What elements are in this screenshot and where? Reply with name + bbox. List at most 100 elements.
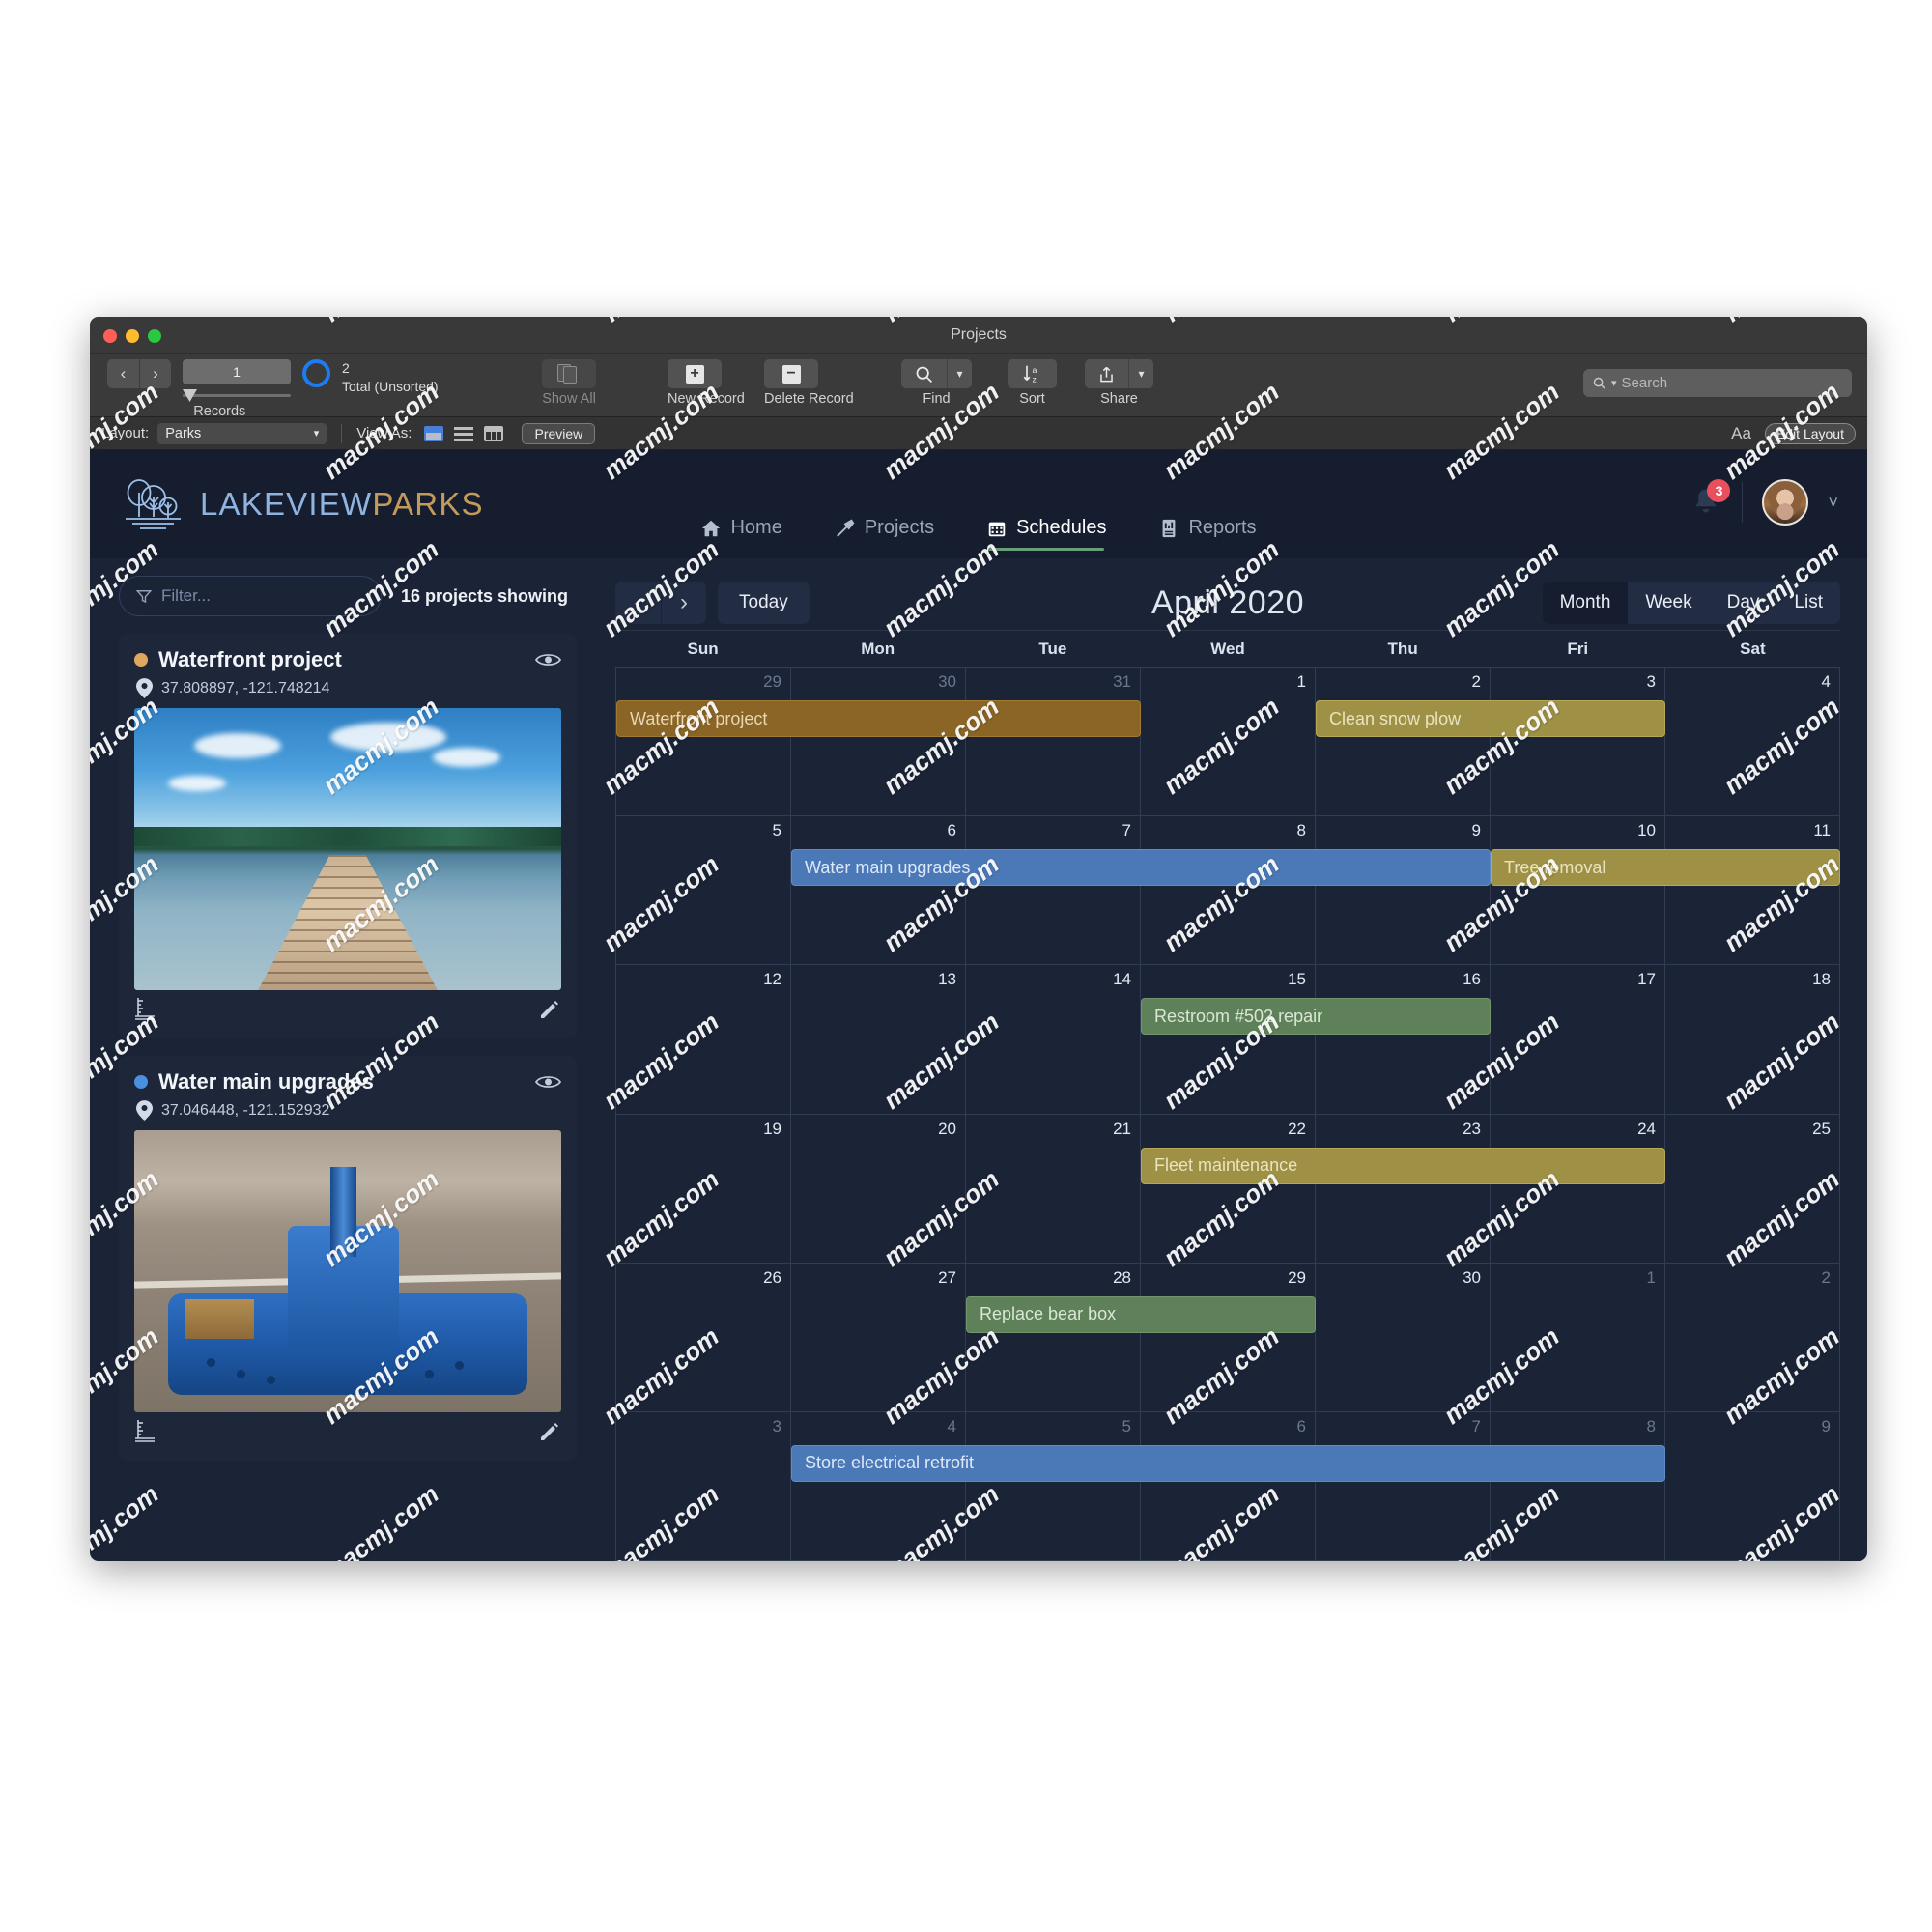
notifications-button[interactable]: 3 [1690, 479, 1731, 519]
tab-list[interactable]: List [1776, 582, 1840, 624]
edit-pencil-icon[interactable] [538, 998, 561, 1021]
calendar-day-cell[interactable]: 29 [616, 668, 791, 816]
calendar-event[interactable]: Store electrical retrofit [791, 1444, 1665, 1482]
calendar-day-cell[interactable]: 2 [1665, 1263, 1840, 1411]
nav-item-projects[interactable]: Projects [835, 517, 934, 551]
edit-layout-button[interactable]: Edit Layout [1764, 422, 1856, 444]
text-size-icon[interactable]: Aa [1731, 424, 1751, 443]
find-dropdown-button[interactable]: ▾ [947, 359, 972, 388]
day-number: 1 [1646, 1267, 1656, 1287]
calendar-day-cell[interactable]: 20 [791, 1114, 966, 1263]
table-view-icon[interactable] [484, 425, 504, 441]
calendar-day-cell[interactable]: 9 [1316, 816, 1491, 965]
form-view-icon[interactable] [424, 425, 444, 441]
calendar-day-cell[interactable]: 27 [791, 1263, 966, 1411]
calendar-day-cell[interactable]: 30 [1316, 1263, 1491, 1411]
tab-month[interactable]: Month [1542, 582, 1629, 624]
calendar-day-cell[interactable]: 10 [1491, 816, 1665, 965]
share-button[interactable] [1085, 359, 1128, 388]
calendar-event[interactable]: Fleet maintenance [1141, 1147, 1665, 1184]
filter-input[interactable]: Filter... [119, 576, 382, 616]
edit-pencil-icon[interactable] [538, 1420, 561, 1443]
calendar-day-cell[interactable]: 8 [1491, 1411, 1665, 1560]
eye-icon[interactable] [535, 651, 561, 668]
calendar-event[interactable]: Waterfront project [616, 700, 1141, 737]
calendar-event[interactable]: Replace bear box [966, 1295, 1316, 1333]
avatar[interactable] [1762, 479, 1809, 526]
calendar-event[interactable]: Restroom #502 repair [1141, 998, 1491, 1036]
calendar-day-cell[interactable]: 9 [1665, 1411, 1840, 1560]
calendar-day-cell[interactable]: 14 [966, 965, 1141, 1114]
calendar-day-cell[interactable]: 11 [1665, 816, 1840, 965]
calendar-day-cell[interactable]: 6 [791, 816, 966, 965]
calendar-day-cell[interactable]: 18 [1665, 965, 1840, 1114]
search-icon [1593, 377, 1605, 389]
calendar-day-cell[interactable]: 7 [966, 816, 1141, 965]
record-slider[interactable] [183, 389, 291, 402]
calendar-day-cell[interactable]: 8 [1141, 816, 1316, 965]
day-name: Thu [1387, 639, 1418, 658]
calendar-day-cell[interactable]: 5 [616, 816, 791, 965]
list-view-icon[interactable] [454, 425, 474, 441]
nav-item-schedules[interactable]: Schedules [986, 517, 1106, 551]
chevron-down-icon[interactable]: ˅ [1828, 493, 1838, 513]
calendar-day-cell[interactable]: 2 [1316, 668, 1491, 816]
calendar-day-cell[interactable]: 13 [791, 965, 966, 1114]
calendar-day-cell[interactable]: 3 [616, 1411, 791, 1560]
calendar-event[interactable]: Clean snow plow [1316, 700, 1665, 737]
calendar-day-cell[interactable]: 6 [1141, 1411, 1316, 1560]
find-button[interactable] [901, 359, 947, 388]
layout-select[interactable]: Parks ▾ [157, 422, 327, 444]
calendar-day-cell[interactable]: 23 [1316, 1114, 1491, 1263]
record-index-field[interactable]: 1 [183, 359, 291, 384]
calendar-day-cell[interactable]: 17 [1491, 965, 1665, 1114]
calendar-day-cell[interactable]: 1 [1491, 1263, 1665, 1411]
share-dropdown-button[interactable]: ▾ [1128, 359, 1153, 388]
calendar-day-cell[interactable]: 4 [1665, 668, 1840, 816]
calendar-day-cell[interactable]: 21 [966, 1114, 1141, 1263]
new-record-button[interactable]: + [668, 359, 722, 388]
previous-record-button[interactable]: ‹ [107, 359, 139, 388]
project-card[interactable]: Water main upgrades 37.046448, -121.1529… [119, 1056, 577, 1461]
ruler-icon[interactable] [134, 997, 156, 1022]
delete-record-button[interactable]: − [764, 359, 818, 388]
calendar-day-cell[interactable]: 22 [1141, 1114, 1316, 1263]
calendar-week-row: 29 30 31 1 2 3 4 Waterfront project Clean snow p… [616, 668, 1840, 817]
sort-button[interactable]: a z [1008, 359, 1057, 388]
tab-day[interactable]: Day [1710, 582, 1777, 624]
day-number: 29 [1288, 1267, 1306, 1287]
toolbar-search-box[interactable]: ▾ Search [1583, 369, 1852, 397]
calendar-day-cell[interactable]: 3 [1491, 668, 1665, 816]
calendar-day-cell[interactable]: 30 [791, 668, 966, 816]
calendar-day-cell[interactable]: 29 [1141, 1263, 1316, 1411]
calendar-day-cell[interactable]: 1 [1141, 668, 1316, 816]
ruler-icon[interactable] [134, 1419, 156, 1444]
calendar-event[interactable]: Tree removal [1491, 849, 1840, 887]
calendar-day-cell[interactable]: 31 [966, 668, 1141, 816]
calendar-day-cell[interactable]: 16 [1316, 965, 1491, 1114]
calendar-day-cell[interactable]: 5 [966, 1411, 1141, 1560]
preview-button[interactable]: Preview [522, 422, 596, 444]
next-record-button[interactable]: › [139, 359, 171, 388]
calendar-week-row: 5 6 7 8 9 10 11 Water main upgrades Tree removal [616, 816, 1840, 966]
calendar-day-cell[interactable]: 25 [1665, 1114, 1840, 1263]
day-number: 5 [772, 821, 781, 840]
calendar-day-cell[interactable]: 28 [966, 1263, 1141, 1411]
calendar-event[interactable]: Water main upgrades [791, 849, 1491, 887]
nav-item-reports[interactable]: Reports [1158, 517, 1257, 551]
show-all-label: Show All [542, 391, 596, 407]
day-number: 30 [1463, 1267, 1481, 1287]
calendar-day-cell[interactable]: 24 [1491, 1114, 1665, 1263]
layout-bar: Layout: Parks ▾ View As: Preview Aa Edit… [90, 417, 1867, 450]
nav-item-home[interactable]: Home [700, 517, 782, 551]
tab-week[interactable]: Week [1628, 582, 1709, 624]
project-card[interactable]: Waterfront project 37.808897, -121.74821… [119, 634, 577, 1038]
show-all-button[interactable] [542, 359, 596, 388]
calendar-day-cell[interactable]: 26 [616, 1263, 791, 1411]
calendar-day-cell[interactable]: 12 [616, 965, 791, 1114]
calendar-day-cell[interactable]: 7 [1316, 1411, 1491, 1560]
calendar-day-cell[interactable]: 15 [1141, 965, 1316, 1114]
calendar-day-cell[interactable]: 19 [616, 1114, 791, 1263]
eye-icon[interactable] [535, 1073, 561, 1091]
calendar-day-cell[interactable]: 4 [791, 1411, 966, 1560]
